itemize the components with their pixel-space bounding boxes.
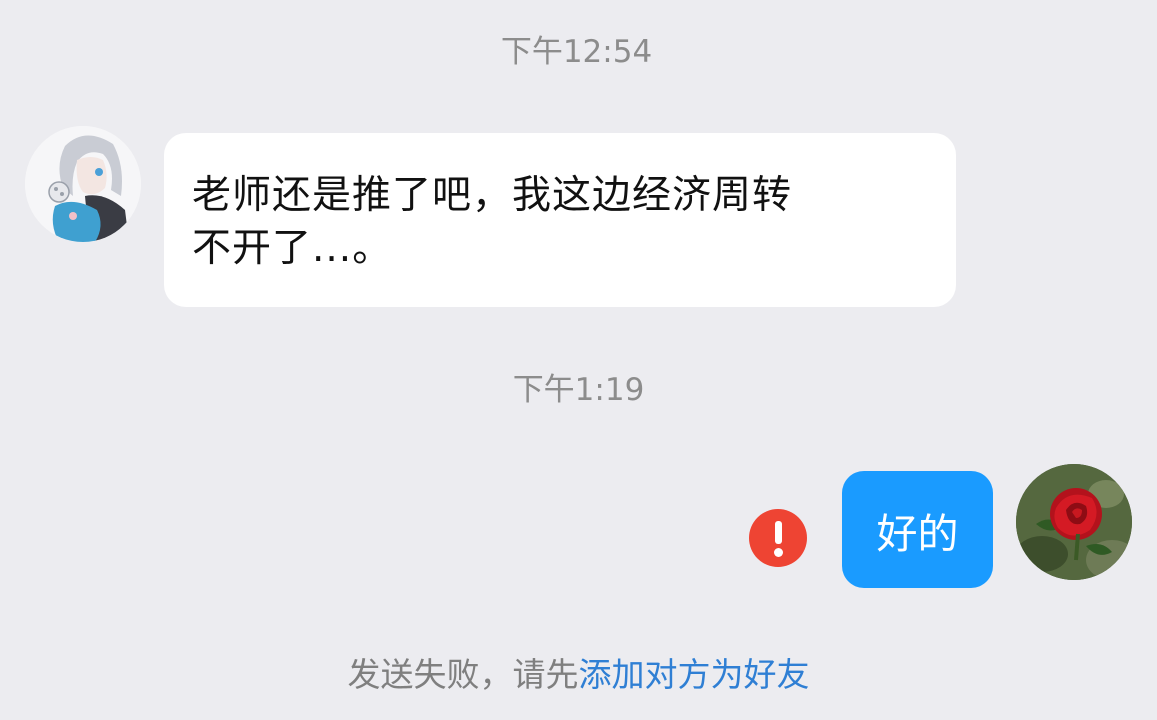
timestamp-2: 下午1:19	[512, 372, 645, 408]
exclamation-bar	[775, 521, 782, 544]
send-failed-notice: 发送失败，请先添加对方为好友	[0, 648, 1157, 696]
anime-character-avatar-icon	[25, 126, 141, 242]
add-friend-link[interactable]: 添加对方为好友	[579, 655, 810, 694]
incoming-message-bubble[interactable]: 老师还是推了吧，我这边经济周转 不开了...。	[164, 133, 956, 307]
incoming-message-line-2: 不开了...。	[192, 226, 393, 271]
outgoing-message-bubble[interactable]: 好的	[842, 471, 993, 588]
red-rose-avatar-icon	[1016, 464, 1132, 580]
contact-avatar[interactable]	[25, 126, 141, 242]
my-avatar[interactable]	[1016, 464, 1132, 580]
timestamp-1: 下午12:54	[500, 34, 653, 70]
send-failed-icon[interactable]	[749, 509, 807, 567]
outgoing-message-text: 好的	[876, 509, 959, 558]
incoming-message-line-1: 老师还是推了吧，我这边经济周转	[192, 173, 793, 218]
exclamation-dot	[774, 548, 783, 557]
send-failed-text: 发送失败，请先	[347, 655, 579, 694]
